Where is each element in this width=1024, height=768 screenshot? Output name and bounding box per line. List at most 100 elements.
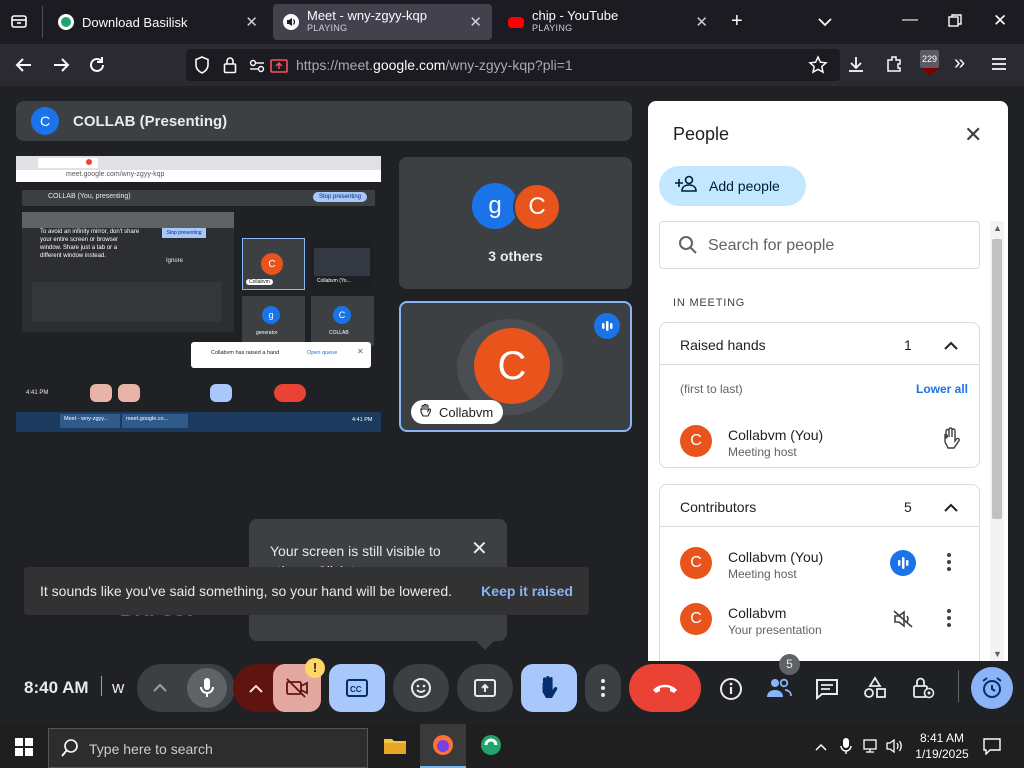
- network-icon[interactable]: [862, 738, 880, 759]
- host-controls-icon[interactable]: [911, 676, 935, 705]
- scroll-up-icon[interactable]: ▲: [993, 223, 1002, 233]
- self-avatar: C: [474, 328, 550, 404]
- avatar: C: [680, 425, 712, 457]
- present-screen-button[interactable]: [457, 664, 513, 712]
- more-tools-chevron-icon[interactable]: »: [954, 53, 965, 73]
- raised-hands-label: Raised hands: [680, 337, 766, 353]
- minimize-window-icon[interactable]: —: [902, 11, 918, 29]
- windows-start-icon[interactable]: [15, 738, 33, 761]
- raised-hands-count: 1: [904, 337, 912, 353]
- chevron-up-icon[interactable]: [944, 500, 958, 518]
- show-hidden-icons[interactable]: [815, 740, 827, 754]
- tab-overview-icon[interactable]: [10, 12, 28, 35]
- url-bar[interactable]: https://meet.google.com/wny-zgyy-kqp?pli…: [186, 49, 840, 81]
- close-tab-icon[interactable]: ✕: [245, 13, 258, 31]
- close-popup-icon[interactable]: ✕: [471, 536, 488, 561]
- captions-button[interactable]: CC: [329, 664, 385, 712]
- hamburger-menu-icon[interactable]: [991, 56, 1007, 74]
- permissions-icon[interactable]: [249, 58, 265, 76]
- notifications-icon[interactable]: [982, 737, 1002, 760]
- self-tile[interactable]: C Collabvm: [399, 301, 632, 432]
- add-people-button[interactable]: Add people: [659, 166, 806, 206]
- taskbar-search-box[interactable]: Type here to search: [48, 728, 368, 768]
- more-options-button[interactable]: [585, 664, 621, 712]
- scroll-down-icon[interactable]: ▼: [993, 649, 1002, 659]
- shared-meet-view: COLLAB (You, presenting) Stop presenting…: [16, 182, 381, 412]
- activities-icon[interactable]: [863, 676, 887, 705]
- scroll-thumb[interactable]: [992, 239, 1002, 519]
- people-search-input[interactable]: Search for people: [659, 221, 980, 269]
- list-item: C Collabvm (You) Meeting host: [660, 541, 979, 585]
- raised-hands-header[interactable]: Raised hands 1: [660, 323, 979, 365]
- tab-title: chip - YouTube: [532, 8, 619, 23]
- downloads-icon[interactable]: [846, 54, 866, 77]
- firefox-taskbar-icon[interactable]: [420, 724, 466, 768]
- ublock-extension-icon[interactable]: 229: [918, 50, 942, 76]
- chevron-up-icon[interactable]: [944, 338, 958, 356]
- basilisk-taskbar-icon[interactable]: [468, 724, 514, 768]
- leave-call-button[interactable]: [629, 664, 701, 712]
- extension-badge: 229: [920, 50, 940, 68]
- reactions-button[interactable]: [393, 664, 449, 712]
- contributors-header[interactable]: Contributors 5: [660, 485, 979, 527]
- extensions-icon[interactable]: [884, 54, 904, 77]
- muted-speaker-icon[interactable]: [892, 609, 914, 634]
- reload-icon[interactable]: [87, 55, 107, 78]
- more-options-icon[interactable]: [947, 553, 951, 576]
- microphone-tray-icon[interactable]: [840, 737, 852, 760]
- raised-hand-icon: [419, 403, 432, 421]
- new-tab-button[interactable]: +: [731, 11, 743, 31]
- more-options-icon[interactable]: [947, 609, 951, 632]
- hang-up-icon: [653, 684, 677, 693]
- emoji-icon: [411, 678, 431, 698]
- list-item: C Collabvm Your presentation: [660, 597, 979, 641]
- camera-off-icon: [286, 678, 308, 698]
- url-text[interactable]: https://meet.google.com/wny-zgyy-kqp?pli…: [296, 57, 573, 73]
- shared-tile: C COLLAB: [311, 296, 374, 346]
- meeting-details-icon[interactable]: [719, 677, 743, 706]
- audio-options-chevron-icon[interactable]: [153, 680, 167, 698]
- participant-name: Collabvm: [728, 605, 787, 621]
- shield-icon[interactable]: [194, 56, 210, 77]
- screen-share-view[interactable]: meet.google.com/wny-zgyy-kqp COLLAB (You…: [16, 156, 381, 432]
- mirror-stop-button: Stop presenting: [162, 228, 206, 238]
- add-person-icon: [675, 175, 699, 198]
- raise-hand-button[interactable]: [521, 664, 577, 712]
- alarm-clock-icon: [982, 677, 1002, 698]
- list-all-tabs-icon[interactable]: [818, 14, 832, 32]
- clock-divider: [101, 676, 102, 696]
- timer-button[interactable]: [971, 667, 1013, 709]
- lock-icon[interactable]: [223, 56, 237, 77]
- list-item: C Collabvm (You) Meeting host: [660, 419, 979, 463]
- volume-icon[interactable]: [886, 738, 904, 759]
- restore-window-icon[interactable]: [948, 13, 962, 31]
- close-window-icon[interactable]: ✕: [993, 12, 1007, 30]
- tab-youtube[interactable]: chip - YouTube PLAYING ✕: [498, 4, 718, 40]
- close-panel-icon[interactable]: ✕: [964, 122, 982, 148]
- close-tab-icon[interactable]: ✕: [695, 13, 708, 31]
- taskbar-clock[interactable]: 8:41 AM 1/19/2025: [912, 730, 972, 762]
- tab-meet[interactable]: Meet - wny-zgyy-kqp PLAYING ✕: [273, 4, 492, 40]
- shared-windows-taskbar: Meet - wny-zgyy... meet.google.co... 4:4…: [16, 412, 381, 432]
- tab-download-basilisk[interactable]: Download Basilisk ✕: [48, 4, 268, 40]
- video-options-chevron-icon[interactable]: [249, 681, 263, 699]
- lower-all-button[interactable]: Lower all: [916, 382, 968, 396]
- back-arrow-icon[interactable]: [14, 55, 34, 78]
- chat-icon[interactable]: [815, 678, 839, 705]
- panel-scrollbar[interactable]: ▲ ▼: [990, 221, 1004, 661]
- lower-hand-icon[interactable]: [941, 427, 961, 456]
- people-icon[interactable]: [766, 677, 792, 704]
- popup-pointer: [476, 641, 494, 650]
- bookmark-star-icon[interactable]: [808, 55, 828, 78]
- file-explorer-icon[interactable]: [372, 724, 418, 768]
- shared-url-text: meet.google.com/wny-zgyy-kqp: [66, 171, 165, 178]
- screen-sharing-indicator-icon[interactable]: [270, 58, 288, 76]
- speaker-playing-icon[interactable]: [283, 14, 299, 30]
- microphone-button[interactable]: [187, 668, 227, 708]
- forward-arrow-icon[interactable]: [51, 55, 71, 78]
- avatar: C: [680, 603, 712, 635]
- keep-raised-button[interactable]: Keep it raised: [481, 583, 573, 599]
- presenter-label: COLLAB (Presenting): [73, 112, 228, 130]
- others-tile[interactable]: g C 3 others: [399, 157, 632, 289]
- close-tab-icon[interactable]: ✕: [469, 13, 482, 31]
